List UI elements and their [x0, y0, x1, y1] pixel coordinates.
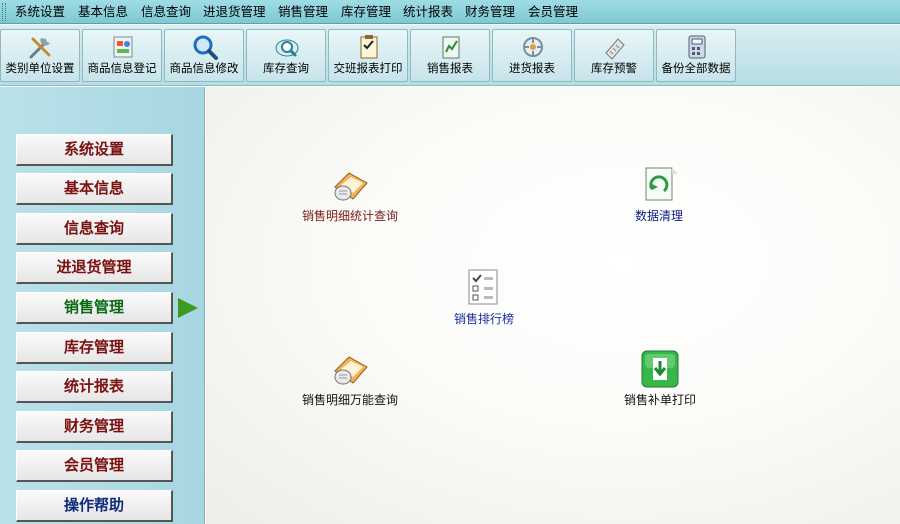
sidebar-item-info-query[interactable]: 信息查询 — [16, 213, 173, 245]
toolbar-inventory-query-button[interactable]: 库存查询 — [246, 29, 326, 82]
func-label: 销售明细统计查询 — [301, 209, 398, 223]
sidebar: 系统设置 基本信息 信息查询 进退货管理 销售管理 库存管理 统计报表 财务管理… — [0, 87, 205, 524]
menu-grip-handle[interactable] — [2, 3, 6, 21]
toolbar-label: 交班报表打印 — [333, 61, 403, 75]
sidebar-item-purchase-return[interactable]: 进退货管理 — [16, 252, 173, 284]
app-window: 系统设置 基本信息 信息查询 进退货管理 销售管理 库存管理 统计报表 财务管理… — [0, 0, 900, 524]
menu-purchase-return[interactable]: 进退货管理 — [203, 3, 266, 21]
menu-bar: 系统设置 基本信息 信息查询 进退货管理 销售管理 库存管理 统计报表 财务管理… — [0, 0, 900, 24]
toolbar-label: 进货报表 — [509, 61, 555, 75]
menu-finance[interactable]: 财务管理 — [465, 3, 515, 21]
toolbar-label: 备份全部数据 — [661, 61, 731, 75]
sidebar-item-system-settings[interactable]: 系统设置 — [16, 134, 173, 166]
func-label: 数据清理 — [634, 209, 683, 223]
query-hand-icon — [334, 172, 368, 201]
product-register-icon — [113, 36, 133, 58]
toolbar-inventory-alert-button[interactable]: 库存预警 — [574, 29, 654, 82]
func-sales-ranking[interactable]: 销售排行榜 — [446, 268, 522, 327]
toolbar-label: 销售报表 — [427, 61, 473, 75]
func-sales-detail-stats-query[interactable]: 销售明细统计查询 — [276, 165, 424, 224]
func-label: 销售排行榜 — [453, 312, 514, 326]
func-sales-detail-universal-query[interactable]: 销售明细万能查询 — [276, 349, 424, 408]
menu-info-query[interactable]: 信息查询 — [141, 3, 191, 21]
func-label: 销售补单打印 — [623, 393, 696, 407]
toolbar-shift-report-button[interactable]: 交班报表打印 — [328, 29, 408, 82]
active-section-arrow-icon — [178, 298, 198, 318]
green-download-icon — [641, 350, 679, 388]
toolbar-label: 商品信息登记 — [87, 61, 157, 75]
menu-inventory[interactable]: 库存管理 — [341, 3, 391, 21]
menu-basic-info[interactable]: 基本信息 — [78, 3, 128, 21]
checklist-icon — [468, 269, 498, 305]
sales-report-icon — [442, 36, 460, 59]
sidebar-item-sales[interactable]: 销售管理 — [16, 292, 173, 324]
func-label: 销售明细万能查询 — [301, 393, 398, 407]
func-data-cleanup[interactable]: 数据清理 — [624, 165, 694, 224]
toolbar-sales-report-button[interactable]: 销售报表 — [410, 29, 490, 82]
sidebar-item-inventory[interactable]: 库存管理 — [16, 332, 173, 364]
toolbar-product-register-button[interactable]: 商品信息登记 — [82, 29, 162, 82]
toolbar-label: 库存预警 — [591, 61, 637, 75]
menu-members[interactable]: 会员管理 — [528, 3, 578, 21]
calculator-icon — [688, 35, 706, 59]
func-sales-reprint[interactable]: 销售补单打印 — [616, 349, 704, 408]
shift-report-icon — [360, 35, 378, 59]
tools-icon — [29, 37, 51, 59]
toolbar-category-unit-button[interactable]: 类别单位设置 — [0, 29, 80, 82]
data-refresh-icon — [645, 167, 678, 201]
inventory-alert-icon — [605, 38, 625, 60]
menu-system-settings[interactable]: 系统设置 — [15, 3, 65, 21]
sidebar-item-members[interactable]: 会员管理 — [16, 450, 173, 482]
toolbar-purchase-report-button[interactable]: 进货报表 — [492, 29, 572, 82]
toolbar-label: 类别单位设置 — [5, 61, 75, 75]
main-panel: 销售明细统计查询 数据清理 销售排行榜 销售明细万能查询 销售补单打印 — [206, 87, 900, 524]
sidebar-item-finance[interactable]: 财务管理 — [16, 411, 173, 443]
sidebar-item-basic-info[interactable]: 基本信息 — [16, 173, 173, 205]
toolbar-product-edit-button[interactable]: 商品信息修改 — [164, 29, 244, 82]
sidebar-item-help[interactable]: 操作帮助 — [16, 490, 173, 522]
magnifier-icon — [193, 35, 218, 60]
purchase-report-icon — [523, 37, 543, 57]
menu-sales[interactable]: 销售管理 — [278, 3, 328, 21]
menu-statistics[interactable]: 统计报表 — [403, 3, 453, 21]
toolbar: 类别单位设置 商品信息登记 商品信息修改 库存查询 交班报表打印 销售报表 进货… — [0, 25, 900, 86]
toolbar-label: 库存查询 — [263, 61, 309, 75]
toolbar-label: 商品信息修改 — [169, 61, 239, 75]
sidebar-item-statistics[interactable]: 统计报表 — [16, 371, 173, 403]
inventory-query-icon — [275, 39, 299, 57]
query-hand-icon — [334, 356, 368, 385]
toolbar-backup-all-button[interactable]: 备份全部数据 — [656, 29, 736, 82]
